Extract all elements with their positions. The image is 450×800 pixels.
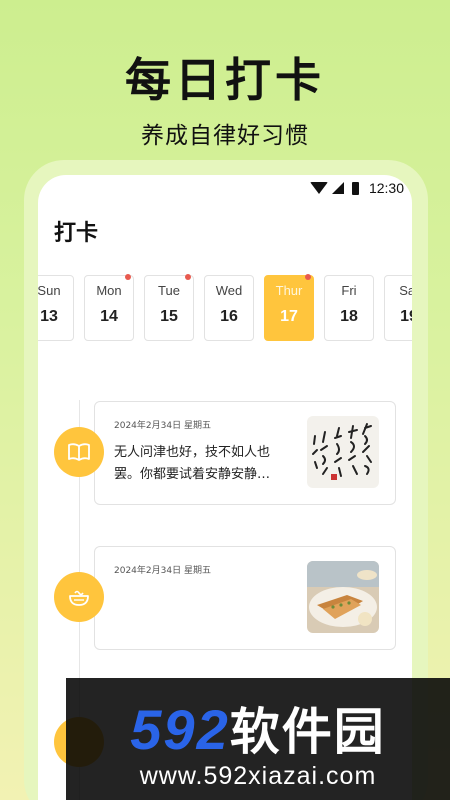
day-sat[interactable]: Sat 19 [384, 275, 412, 341]
day-name: Thur [275, 283, 303, 298]
day-number: 17 [280, 308, 298, 325]
day-wed[interactable]: Wed 16 [204, 275, 254, 341]
week-selector: Sun 13 Mon 14 Tue 15 Wed 16 Thur 17 Fri … [38, 274, 412, 341]
hero-title: 每日打卡 [125, 53, 325, 107]
day-name: Mon [96, 283, 122, 298]
day-number: 18 [340, 308, 358, 325]
watermark-logo: 592软件园 [66, 692, 450, 764]
day-number: 14 [100, 308, 118, 325]
day-number: 13 [40, 308, 58, 325]
checkin-dot [305, 274, 311, 280]
bowl-icon [54, 572, 104, 622]
day-thur[interactable]: Thur 17 [264, 274, 314, 341]
site-watermark: 592软件园 www.592xiazai.com [66, 678, 450, 800]
day-name: Wed [215, 283, 243, 298]
day-number: 19 [400, 308, 412, 325]
status-time: 12:30 [368, 180, 404, 196]
watermark-logo-text: 软件园 [229, 704, 386, 760]
day-fri[interactable]: Fri 18 [324, 275, 374, 341]
day-name: Sat [399, 283, 412, 298]
checkin-dot [125, 274, 131, 280]
day-name: Tue [158, 283, 180, 298]
day-number: 15 [160, 308, 178, 325]
day-tue[interactable]: Tue 15 [144, 274, 194, 341]
checkin-dot [185, 274, 191, 280]
checkin-card[interactable]: 2024年2月34日 星期五 [94, 546, 396, 650]
day-sun[interactable]: Sun 13 [38, 275, 74, 341]
book-icon [54, 427, 104, 477]
signal-icon [331, 182, 344, 194]
card-text: 无人问津也好，技不如人也罢。你都要试着安静安静… [114, 445, 271, 482]
day-number: 16 [220, 308, 238, 325]
calligraphy-image [307, 416, 379, 488]
watermark-url: www.592xiazai.com [139, 762, 377, 790]
status-bar: 12:30 [38, 175, 412, 201]
card-date: 2024年2月34日 星期五 [114, 421, 211, 431]
wifi-icon [309, 182, 328, 194]
card-date: 2024年2月34日 星期五 [114, 566, 211, 576]
watermark-logo-number: 592 [130, 698, 230, 761]
hero-subtitle: 养成自律好习惯 [141, 123, 309, 149]
day-mon[interactable]: Mon 14 [84, 274, 134, 341]
day-name: Sun [38, 283, 61, 298]
day-name: Fri [341, 283, 357, 298]
battery-icon [351, 181, 359, 195]
food-image [307, 561, 379, 633]
checkin-card[interactable]: 2024年2月34日 星期五 无人问津也好，技不如人也罢。你都要试着安静安静… [94, 401, 396, 505]
page-title: 打卡 [54, 221, 99, 246]
